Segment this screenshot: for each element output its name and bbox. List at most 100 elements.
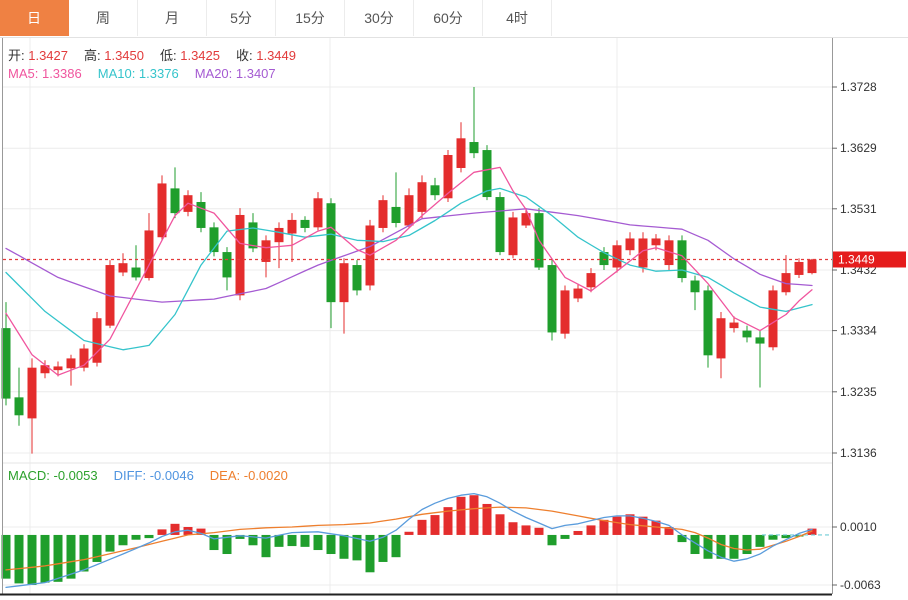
ohlc-readout: 开: 1.3427 高: 1.3450 低: 1.3425 收: 1.3449: [8, 45, 312, 64]
macd-bar: [418, 520, 427, 535]
high-readout: 高: 1.3450: [84, 48, 144, 63]
candle-body: [418, 182, 427, 212]
candle-body: [509, 217, 518, 255]
macd-bar: [275, 535, 284, 547]
candle-body: [119, 263, 128, 272]
candle-body: [236, 215, 245, 295]
macd-tick-label: 0.0010: [840, 520, 877, 534]
candle-body: [223, 252, 232, 277]
macd-bar: [379, 535, 388, 562]
tab-30min[interactable]: 30分: [345, 0, 414, 36]
candle-body: [132, 268, 141, 278]
chart-canvas[interactable]: 1.37281.36291.35311.34321.33341.32351.31…: [0, 0, 908, 600]
tab-bar: 日周月5分15分30分60分4时: [0, 0, 908, 38]
candle-body: [561, 290, 570, 333]
macd-bar: [340, 535, 349, 559]
candle-body: [769, 290, 778, 347]
candle-body: [197, 202, 206, 228]
ma20-readout: MA20: 1.3407: [195, 66, 276, 81]
ma5-readout: MA5: 1.3386: [8, 66, 82, 81]
macd-bar: [769, 535, 778, 540]
macd-bar: [67, 535, 76, 579]
macd-bar: [600, 520, 609, 535]
tab-15min[interactable]: 15分: [276, 0, 345, 36]
candle-body: [327, 203, 336, 302]
macd-bar: [535, 528, 544, 535]
tab-month[interactable]: 月: [138, 0, 207, 36]
candle-body: [301, 220, 310, 228]
macd-bar: [392, 535, 401, 557]
candle-body: [405, 195, 414, 225]
macd-bar: [587, 525, 596, 535]
candle-body: [67, 358, 76, 368]
macd-bar: [574, 531, 583, 535]
candle-body: [457, 138, 466, 168]
price-axis: 1.37281.36291.35311.34321.33341.32351.31…: [832, 80, 877, 460]
macd-bar: [756, 535, 765, 547]
macd-bar: [28, 535, 37, 585]
candle-body: [587, 273, 596, 287]
candle-body: [275, 228, 284, 242]
tab-5min[interactable]: 5分: [207, 0, 276, 36]
macd-bar: [119, 535, 128, 545]
low-readout: 低: 1.3425: [160, 48, 220, 63]
candle-body: [288, 220, 297, 234]
close-readout: 收: 1.3449: [236, 48, 296, 63]
candle-body: [652, 238, 661, 245]
candle-body: [496, 197, 505, 252]
macd-bar: [561, 535, 570, 539]
macd-bar: [158, 529, 167, 535]
candle-body: [379, 200, 388, 228]
macd-bar: [470, 495, 479, 535]
ma10-readout: MA10: 1.3376: [98, 66, 179, 81]
candle-body: [795, 262, 804, 275]
macd-bar: [327, 535, 336, 554]
macd-bar: [106, 535, 115, 552]
candle-body: [730, 323, 739, 329]
dea-readout: DEA: -0.0020: [210, 468, 288, 483]
open-readout: 开: 1.3427: [8, 48, 68, 63]
macd-bar: [15, 535, 24, 583]
candle-body: [717, 318, 726, 358]
macd-bar: [132, 535, 141, 540]
macd-histogram: [2, 495, 817, 585]
macd-bar: [678, 535, 687, 542]
macd-bar: [743, 535, 752, 554]
candle-body: [340, 263, 349, 302]
candle-body: [158, 183, 167, 237]
candle-body: [613, 245, 622, 267]
macd-bar: [288, 535, 297, 546]
candle-body: [522, 213, 531, 225]
candle-body: [353, 265, 362, 290]
candle-body: [574, 289, 583, 299]
candle-body: [756, 337, 765, 343]
diff-readout: DIFF: -0.0046: [114, 468, 194, 483]
macd-bar: [54, 535, 63, 582]
macd-readout: MACD: -0.0053DIFF: -0.0046DEA: -0.0020: [8, 468, 304, 483]
price-tick-label: 1.3629: [840, 141, 877, 155]
candle-body: [626, 238, 635, 250]
current-price-tag: 1.3449: [833, 251, 906, 267]
candle-body: [262, 240, 271, 262]
price-tick-label: 1.3728: [840, 80, 877, 94]
price-tick-label: 1.3531: [840, 202, 877, 216]
price-tick-label: 1.3136: [840, 446, 877, 460]
candle-body: [41, 365, 50, 373]
candle-body: [743, 331, 752, 338]
candle-body: [808, 259, 817, 273]
macd-bar: [522, 525, 531, 535]
candle-body: [392, 207, 401, 223]
candle-body: [171, 188, 180, 213]
price-tick-label: 1.3235: [840, 385, 877, 399]
macd-bar: [613, 517, 622, 535]
macd-bar: [509, 522, 518, 535]
tab-4hour[interactable]: 4时: [483, 0, 552, 36]
tab-week[interactable]: 周: [69, 0, 138, 36]
macd-bar: [548, 535, 557, 545]
candle-body: [470, 142, 479, 153]
tab-day[interactable]: 日: [0, 0, 69, 36]
macd-bar: [431, 515, 440, 535]
candle-body: [691, 281, 700, 293]
tab-60min[interactable]: 60分: [414, 0, 483, 36]
current-price-tag-value: 1.3449: [838, 252, 875, 266]
